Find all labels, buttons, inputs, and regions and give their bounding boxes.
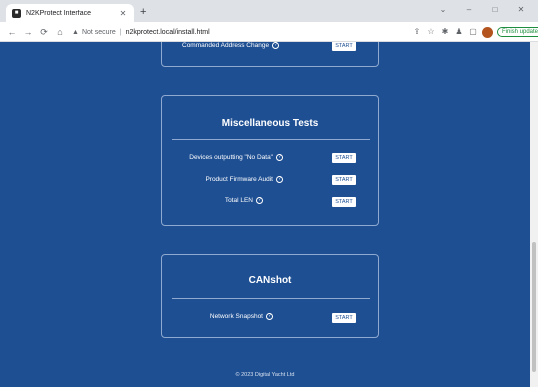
- not-secure-label[interactable]: Not secure: [82, 29, 116, 36]
- misc-tests-title: Miscellaneous Tests: [221, 118, 319, 129]
- help-icon[interactable]: ?: [256, 197, 263, 204]
- network-snapshot-label: Network Snapshot?: [159, 313, 273, 320]
- reload-icon[interactable]: ⟳: [38, 25, 50, 39]
- misc-tests-card: Miscellaneous Tests Devices outputting "…: [161, 95, 379, 226]
- address-change-label: Commanded Address Change?: [182, 42, 280, 49]
- avatar[interactable]: [482, 26, 493, 38]
- address-bar[interactable]: ▲ Not secure | n2kprotect.local/install.…: [72, 25, 432, 39]
- toolbar-icons: ⇪ ☆ ✱ ♟ ▢ Finish update ⋮: [412, 25, 538, 39]
- divider: [172, 298, 370, 299]
- chevron-down-icon[interactable]: ⌄: [430, 3, 456, 17]
- address-change-start-button[interactable]: START: [332, 42, 356, 51]
- browser-tab[interactable]: ■ N2KProtect Interface ✕: [6, 4, 134, 22]
- firmware-audit-start-button[interactable]: START: [332, 175, 356, 185]
- browser-tab-strip: ■ N2KProtect Interface ✕ + ⌄ – □ ✕: [0, 0, 538, 22]
- sidepanel-icon[interactable]: ▢: [468, 25, 478, 39]
- canshot-title: CANshot: [248, 275, 292, 286]
- scrollbar-thumb[interactable]: [532, 242, 536, 372]
- network-snapshot-start-button[interactable]: START: [332, 313, 356, 323]
- address-change-card: Commanded Address Change? START: [161, 42, 379, 67]
- close-window-icon[interactable]: ✕: [508, 3, 534, 17]
- close-tab-icon[interactable]: ✕: [118, 9, 128, 18]
- canshot-card: CANshot Network Snapshot? START: [161, 254, 379, 338]
- separator: |: [119, 28, 122, 36]
- page-content: Commanded Address Change? START Miscella…: [0, 42, 530, 387]
- help-icon[interactable]: ?: [276, 176, 283, 183]
- star-icon[interactable]: ☆: [426, 25, 436, 39]
- help-icon[interactable]: ?: [272, 42, 280, 49]
- share-icon[interactable]: ⇪: [412, 25, 422, 39]
- forward-icon[interactable]: →: [22, 25, 34, 39]
- total-len-start-button[interactable]: START: [332, 197, 356, 207]
- maximize-icon[interactable]: □: [482, 3, 508, 17]
- extension-icon[interactable]: ✱: [440, 25, 450, 39]
- back-icon[interactable]: ←: [6, 25, 18, 39]
- warning-icon[interactable]: ▲: [72, 29, 79, 36]
- home-icon[interactable]: ⌂: [54, 25, 66, 39]
- profile-extension-icon[interactable]: ♟: [454, 25, 464, 39]
- page-scrollbar[interactable]: [530, 42, 538, 387]
- no-data-label: Devices outputting "No Data"?: [155, 154, 283, 161]
- window-controls: ⌄ – □ ✕: [430, 3, 534, 17]
- firmware-audit-label: Product Firmware Audit?: [155, 176, 283, 183]
- new-tab-icon[interactable]: +: [140, 5, 146, 19]
- divider: [172, 139, 370, 140]
- finish-update-button[interactable]: Finish update: [497, 27, 538, 37]
- browser-toolbar: ← → ⟳ ⌂ ▲ Not secure | n2kprotect.local/…: [0, 22, 538, 42]
- help-icon[interactable]: ?: [276, 154, 283, 161]
- url-text[interactable]: n2kprotect.local/install.html: [126, 29, 210, 36]
- tab-title: N2KProtect Interface: [26, 9, 91, 17]
- total-len-label: Total LEN?: [155, 197, 263, 204]
- no-data-start-button[interactable]: START: [332, 153, 356, 163]
- minimize-icon[interactable]: –: [456, 3, 482, 17]
- help-icon[interactable]: ?: [266, 313, 273, 320]
- footer-copyright: © 2023 Digital Yacht Ltd: [235, 372, 295, 378]
- lock-icon: ■: [12, 8, 21, 18]
